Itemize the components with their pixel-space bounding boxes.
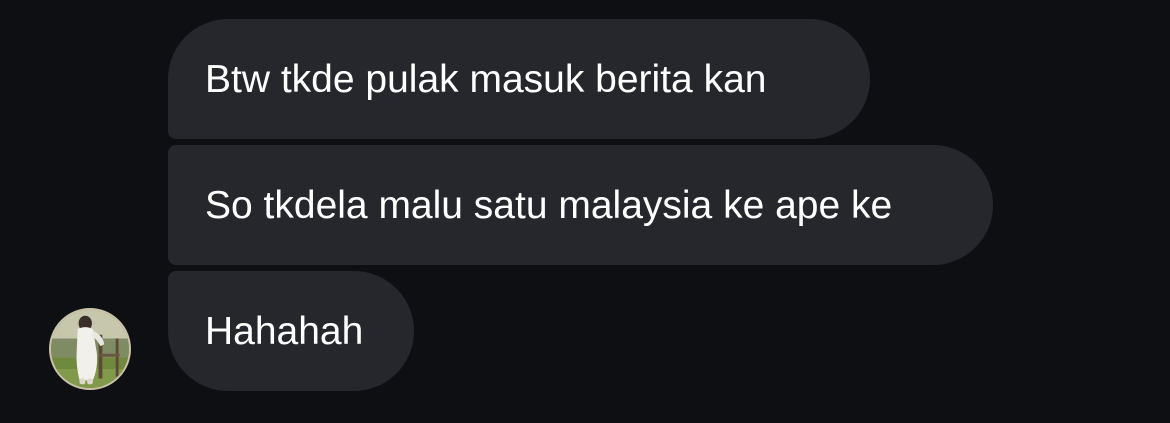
- message-text: Hahahah: [205, 309, 364, 353]
- message-bubble[interactable]: Btw tkde pulak masuk berita kan: [168, 19, 870, 139]
- message-thread: Btw tkde pulak masuk berita kan So tkdel…: [0, 0, 1170, 423]
- message-bubble[interactable]: So tkdela malu satu malaysia ke ape ke: [168, 145, 993, 265]
- sender-avatar[interactable]: [49, 308, 131, 390]
- avatar-photo-icon: [51, 310, 129, 388]
- message-text: Btw tkde pulak masuk berita kan: [205, 57, 767, 101]
- message-text: So tkdela malu satu malaysia ke ape ke: [205, 183, 893, 227]
- message-bubble[interactable]: Hahahah: [168, 271, 414, 391]
